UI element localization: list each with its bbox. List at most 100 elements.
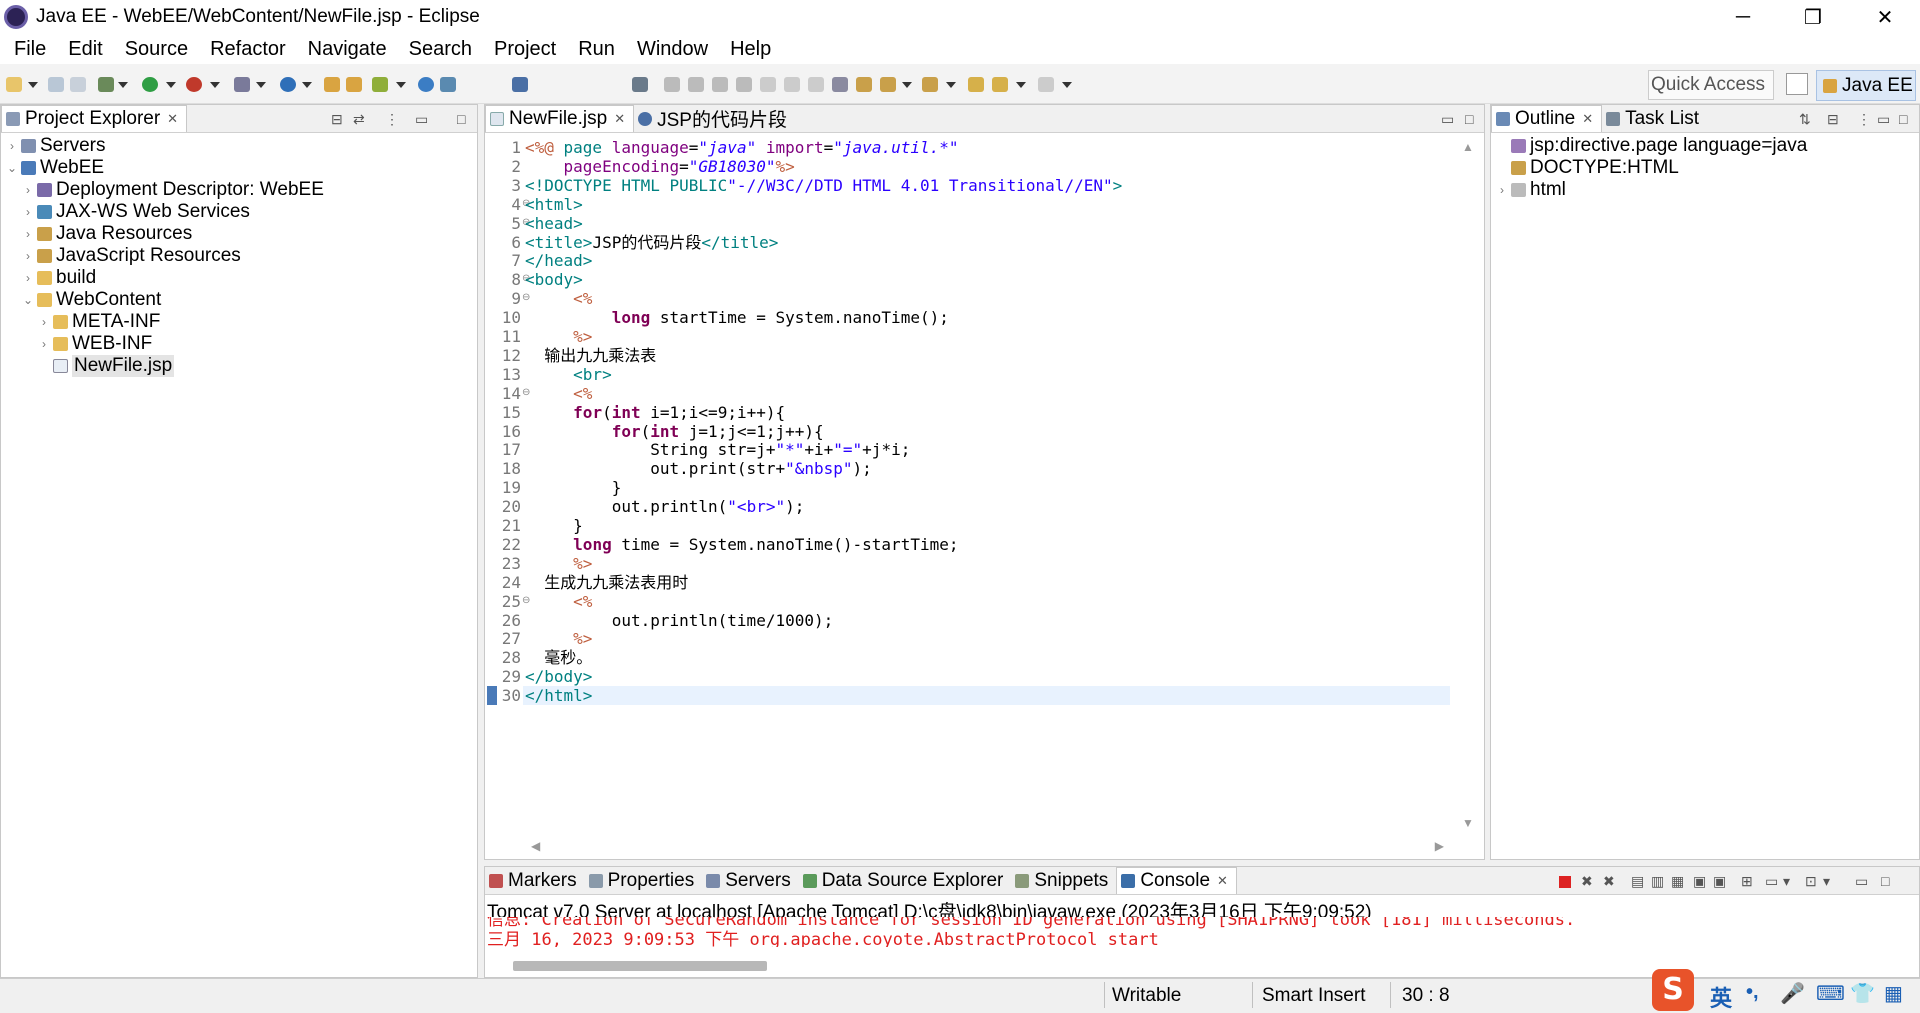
pin-console-icon[interactable]: ⊞ bbox=[1741, 873, 1753, 890]
open-type-icon[interactable] bbox=[324, 77, 340, 92]
code-line[interactable]: %> bbox=[525, 554, 592, 573]
open-folder-icon[interactable] bbox=[346, 77, 362, 92]
minimize-view-icon[interactable]: ▭ bbox=[1855, 873, 1868, 890]
chevron-right-icon[interactable]: › bbox=[21, 205, 35, 219]
console-output[interactable]: 信息: Creation of SecureRandom instance fo… bbox=[485, 917, 1919, 947]
back-icon[interactable] bbox=[992, 77, 1008, 92]
tab-servers[interactable]: Servers bbox=[702, 867, 798, 894]
close-button[interactable]: ✕ bbox=[1850, 0, 1920, 34]
code-line[interactable]: 毫秒。 bbox=[525, 648, 592, 667]
menu-file[interactable]: File bbox=[3, 38, 57, 61]
code-line[interactable]: <%@ page language="java" import="java.ut… bbox=[525, 138, 959, 157]
code-line[interactable]: <!DOCTYPE HTML PUBLIC"-//W3C//DTD HTML 4… bbox=[525, 176, 1122, 195]
keyboard-icon[interactable]: ⌨ bbox=[1816, 981, 1845, 1006]
chevron-down-icon[interactable] bbox=[1062, 82, 1072, 88]
quick-access-input[interactable]: Quick Access bbox=[1648, 70, 1774, 100]
disconnect-icon[interactable] bbox=[736, 77, 752, 92]
minimize-view-icon[interactable]: ▭ bbox=[415, 111, 428, 128]
tab-console[interactable]: Console ✕ bbox=[1116, 867, 1237, 894]
tab-project-explorer[interactable]: Project Explorer ✕ bbox=[1, 105, 188, 132]
maximize-view-icon[interactable]: □ bbox=[457, 111, 465, 127]
chevron-right-icon[interactable]: › bbox=[21, 271, 35, 285]
outline-item[interactable]: › html bbox=[1491, 179, 1919, 201]
link-with-editor-icon[interactable]: ⇄ bbox=[353, 111, 365, 128]
tree-item-newfile-jsp[interactable]: NewFile.jsp bbox=[1, 355, 477, 377]
minimize-view-icon[interactable]: ▭ bbox=[1877, 111, 1890, 128]
outline-item[interactable]: jsp:directive.page language=java bbox=[1491, 135, 1919, 157]
suspend-icon[interactable] bbox=[688, 77, 704, 92]
code-line[interactable]: for(int j=1;j<=1;j++){ bbox=[525, 422, 824, 441]
view-menu-icon[interactable]: ⋮ bbox=[385, 111, 399, 128]
close-icon[interactable]: ✕ bbox=[614, 111, 625, 127]
word-wrap-icon[interactable]: ▦ bbox=[1671, 873, 1684, 890]
tree-item-webee[interactable]: ⌄ WebEE bbox=[1, 157, 477, 179]
scroll-down-icon[interactable]: ▼ bbox=[1462, 816, 1474, 830]
chevron-down-icon[interactable] bbox=[1016, 82, 1026, 88]
chevron-right-icon[interactable]: › bbox=[37, 337, 51, 351]
scroll-up-icon[interactable]: ▲ bbox=[1462, 140, 1474, 154]
microphone-icon[interactable]: 🎤 bbox=[1780, 981, 1805, 1006]
external-tools-icon[interactable] bbox=[186, 77, 202, 92]
mark-occurrences-icon[interactable] bbox=[856, 77, 872, 92]
new-icon[interactable] bbox=[6, 77, 22, 92]
code-line[interactable]: } bbox=[525, 478, 622, 497]
horizontal-scrollbar[interactable] bbox=[513, 961, 767, 971]
scroll-lock-icon[interactable]: ▥ bbox=[1651, 873, 1664, 890]
new-java-class-icon[interactable] bbox=[280, 77, 296, 92]
menu-run[interactable]: Run bbox=[567, 38, 626, 61]
step-into-icon[interactable] bbox=[760, 77, 776, 92]
toolbox-grid-icon[interactable]: ▦ bbox=[1884, 981, 1903, 1006]
tree-item-javascript-resources[interactable]: › JavaScript Resources bbox=[1, 245, 477, 267]
code-line[interactable]: pageEncoding="GB18030"%> bbox=[525, 157, 795, 176]
code-line[interactable]: </head> bbox=[525, 251, 592, 270]
chevron-right-icon[interactable]: › bbox=[21, 249, 35, 263]
show-on-stdout-icon[interactable]: ▣ bbox=[1693, 873, 1706, 890]
code-line[interactable]: for(int i=1;i<=9;i++){ bbox=[525, 403, 785, 422]
pin-icon[interactable] bbox=[632, 77, 648, 92]
menu-source[interactable]: Source bbox=[114, 38, 199, 61]
menu-window[interactable]: Window bbox=[626, 38, 719, 61]
chevron-right-icon[interactable]: › bbox=[5, 139, 19, 153]
menu-navigate[interactable]: Navigate bbox=[297, 38, 398, 61]
code-line[interactable]: <% bbox=[525, 592, 592, 611]
chevron-down-icon[interactable] bbox=[256, 82, 266, 88]
open-console-icon[interactable]: ⊡ bbox=[1805, 873, 1817, 890]
tree-item-servers[interactable]: › Servers bbox=[1, 135, 477, 157]
collapse-all-icon[interactable]: ⊟ bbox=[331, 111, 343, 128]
skin-icon[interactable]: 👕 bbox=[1850, 981, 1875, 1006]
code-line[interactable]: 输出九九乘法表 bbox=[525, 346, 656, 365]
vertical-scrollbar[interactable]: ▲ ▼ bbox=[1452, 134, 1484, 834]
horizontal-scrollbar[interactable]: ◀ ▶ bbox=[525, 834, 1450, 859]
code-line[interactable]: <body> bbox=[525, 270, 583, 289]
outline-item[interactable]: DOCTYPE:HTML bbox=[1491, 157, 1919, 179]
tree-item-jax-ws-web-services[interactable]: › JAX-WS Web Services bbox=[1, 201, 477, 223]
tab-outline[interactable]: Outline ✕ bbox=[1491, 105, 1603, 132]
terminate-icon[interactable] bbox=[1559, 876, 1571, 888]
code-line[interactable]: out.println(time/1000); bbox=[525, 611, 834, 630]
show-on-stderr-icon[interactable]: ▣ bbox=[1713, 873, 1726, 890]
sort-icon[interactable]: ⇅ bbox=[1799, 111, 1811, 128]
next-annotation-icon[interactable] bbox=[880, 77, 896, 92]
menu-project[interactable]: Project bbox=[483, 38, 567, 61]
sogou-ime-icon[interactable]: S bbox=[1652, 969, 1694, 1011]
menu-refactor[interactable]: Refactor bbox=[199, 38, 297, 61]
maximize-button[interactable]: ❐ bbox=[1778, 0, 1848, 34]
chevron-right-icon[interactable]: › bbox=[21, 227, 35, 241]
menu-search[interactable]: Search bbox=[398, 38, 483, 61]
tree-item-webcontent[interactable]: ⌄ WebContent bbox=[1, 289, 477, 311]
tab-jsp-snippet[interactable]: JSP的代码片段 bbox=[634, 105, 795, 132]
code-line[interactable]: } bbox=[525, 516, 583, 535]
tab-snippets[interactable]: Snippets bbox=[1011, 867, 1116, 894]
scroll-left-icon[interactable]: ◀ bbox=[531, 839, 540, 853]
code-line[interactable]: %> bbox=[525, 327, 592, 346]
tree-item-web-inf[interactable]: › WEB-INF bbox=[1, 333, 477, 355]
save-all-icon[interactable] bbox=[70, 77, 86, 92]
tab-newfile-jsp[interactable]: NewFile.jsp ✕ bbox=[485, 105, 635, 132]
maximize-view-icon[interactable]: □ bbox=[1465, 111, 1473, 127]
tab-data-source-explorer[interactable]: Data Source Explorer bbox=[799, 867, 1012, 894]
open-perspective-icon[interactable] bbox=[1786, 73, 1808, 95]
chevron-down-icon[interactable]: ⌄ bbox=[21, 293, 35, 307]
code-line[interactable]: </body> bbox=[525, 667, 592, 686]
server-icon[interactable] bbox=[234, 77, 250, 92]
close-icon[interactable]: ✕ bbox=[1217, 873, 1228, 889]
